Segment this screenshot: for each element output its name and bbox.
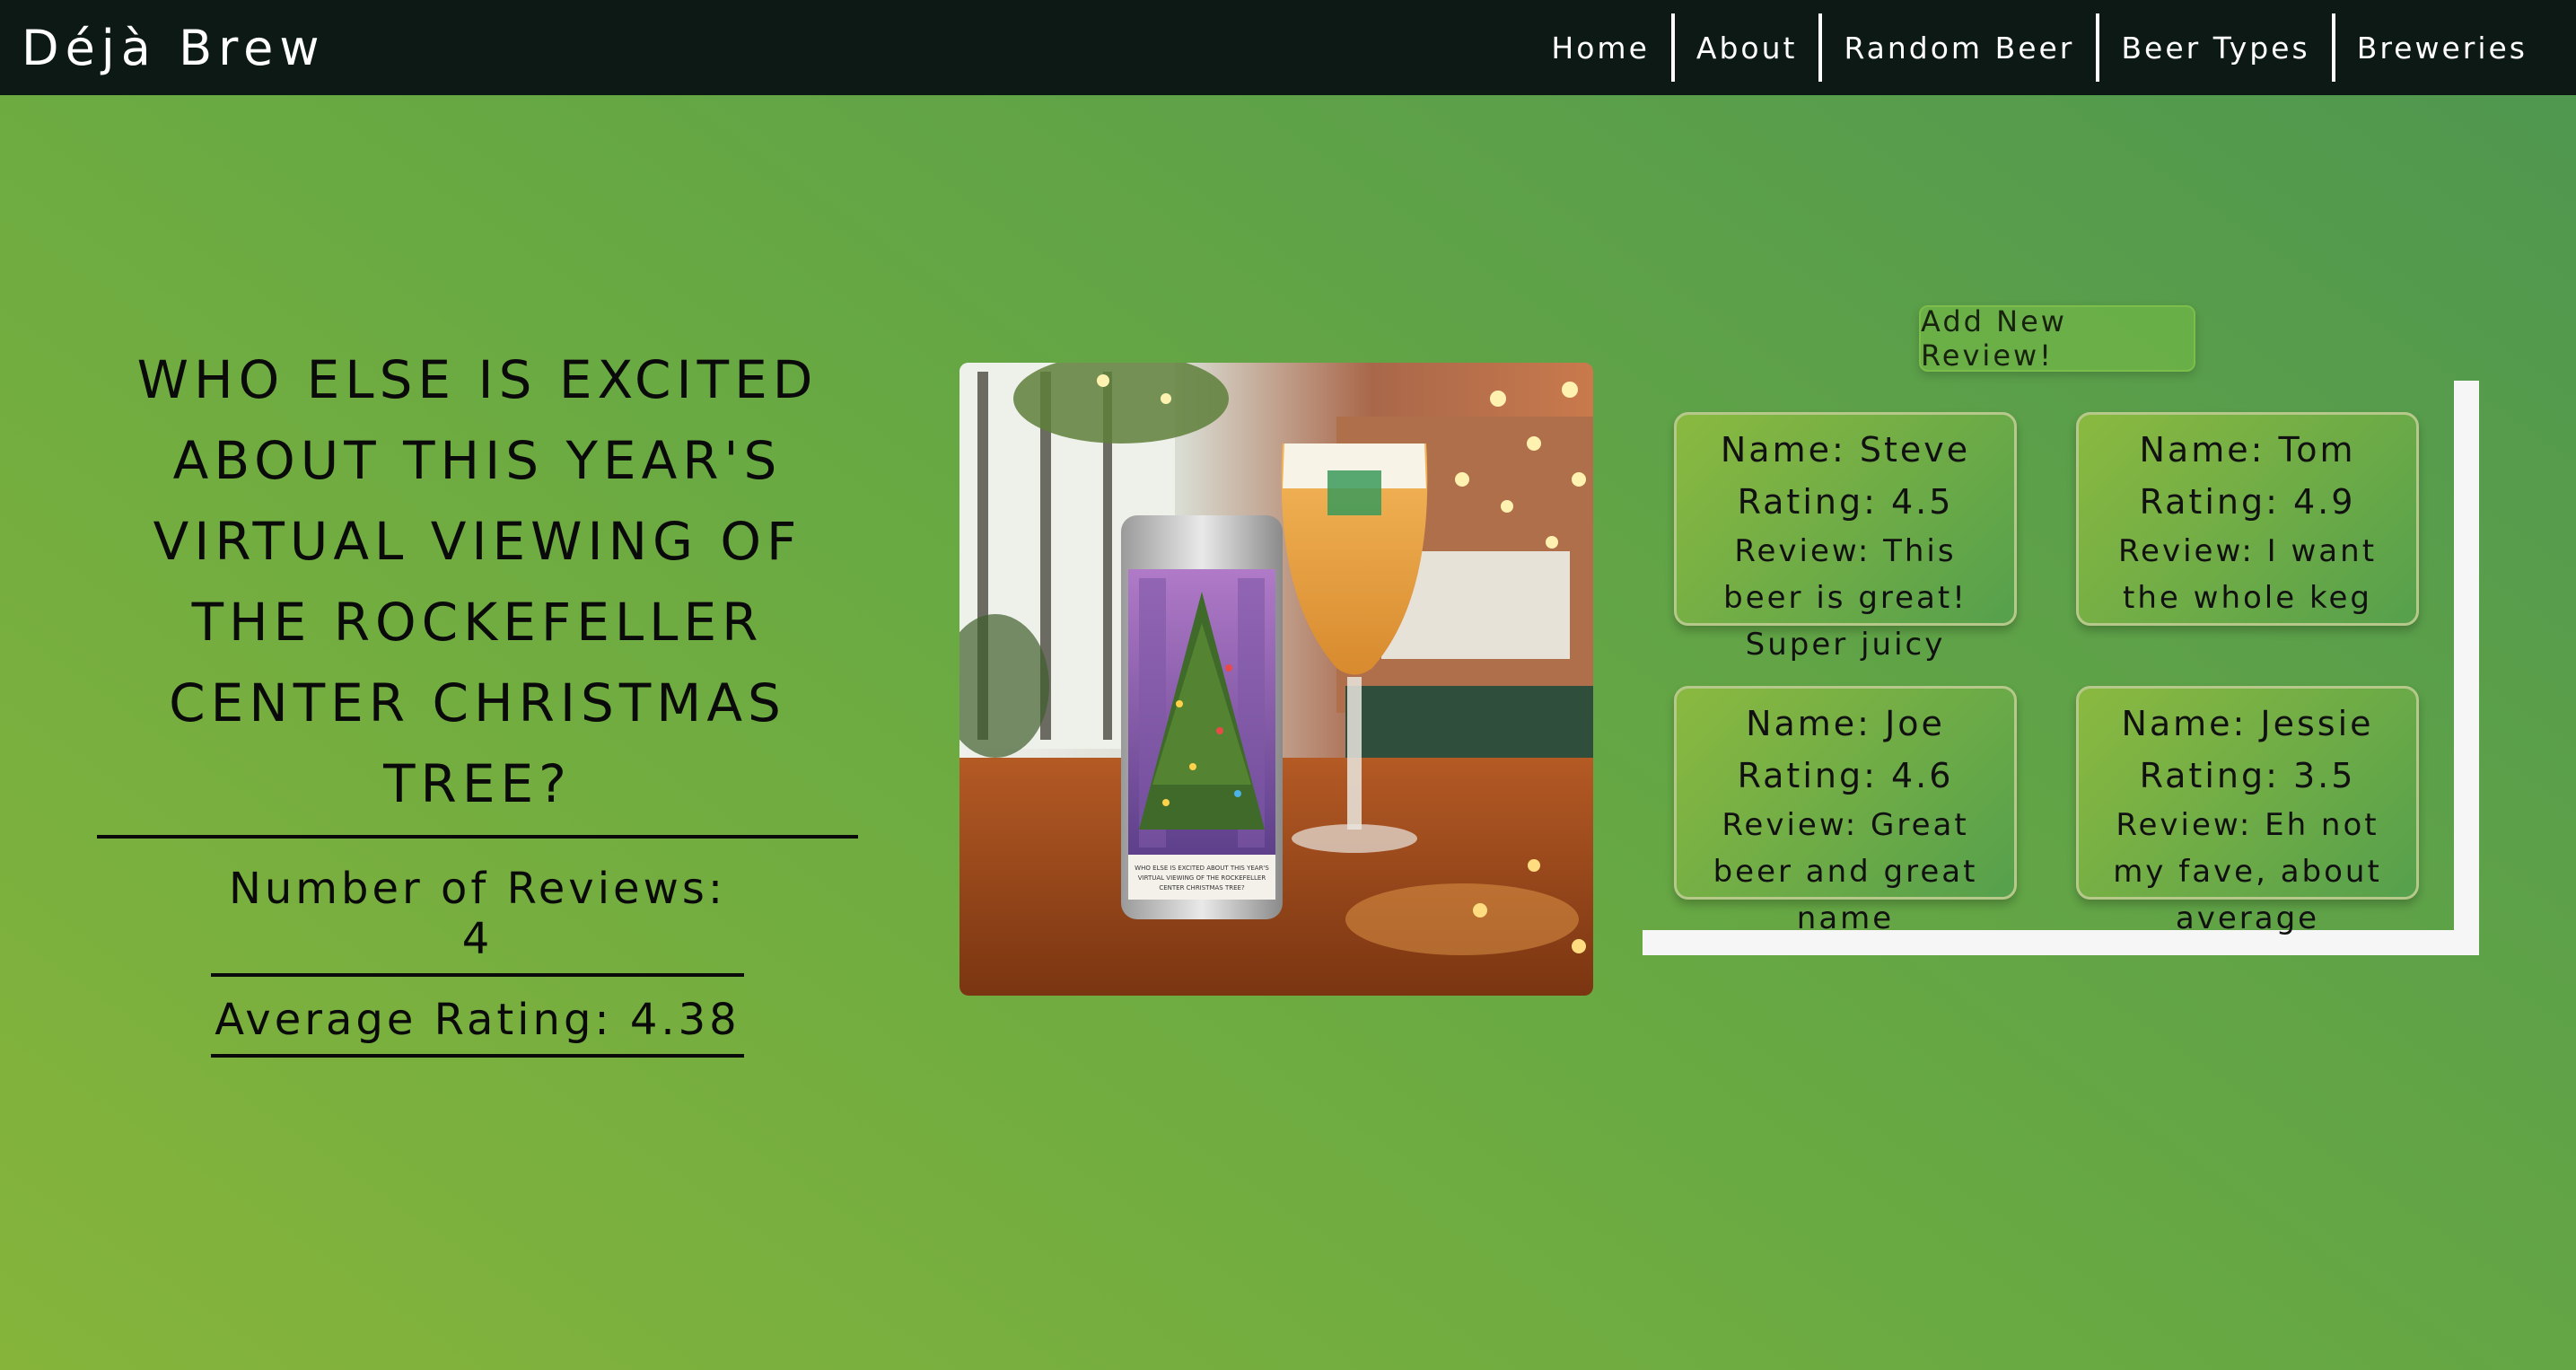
review-card: Name: Steve Rating: 4.5 Review: This bee…	[1674, 412, 2017, 663]
navbar: Déjà Brew Home About Random Beer Beer Ty…	[0, 0, 2576, 95]
nav-links: Home About Random Beer Beer Types Brewer…	[1529, 0, 2549, 95]
beer-photo: WHO ELSE IS EXCITED ABOUT THIS YEAR'S VI…	[959, 363, 1593, 996]
average-rating: Average Rating: 4.38	[211, 995, 744, 1058]
nav-link-random-beer[interactable]: Random Beer	[1818, 13, 2096, 82]
number-of-reviews: Number of Reviews: 4	[211, 864, 744, 977]
review-rating: Rating: 4.9	[2139, 482, 2356, 522]
svg-text:CENTER CHRISTMAS TREE?: CENTER CHRISTMAS TREE?	[1159, 884, 1245, 891]
review-rating: Rating: 4.5	[1737, 482, 1954, 522]
brand-logo[interactable]: Déjà Brew	[22, 20, 326, 76]
review-rating: Rating: 4.6	[1737, 756, 1954, 795]
review-card: Name: Joe Rating: 4.6 Review: Great beer…	[1674, 686, 2017, 936]
review-card: Name: Jessie Rating: 3.5 Review: Eh not …	[2076, 686, 2419, 936]
review-card: Name: Tom Rating: 4.9 Review: I want the…	[2076, 412, 2419, 626]
review-text: Review: This beer is great! Super juicy	[1723, 533, 1967, 663]
nav-link-about[interactable]: About	[1670, 13, 1819, 82]
beer-name-heading: Who else is excited about this year's vi…	[97, 339, 858, 839]
review-name: Name: Jessie	[2121, 704, 2374, 743]
svg-text:VIRTUAL VIEWING OF THE ROCKEFE: VIRTUAL VIEWING OF THE ROCKEFELLER	[1138, 874, 1266, 882]
nav-link-beer-types[interactable]: Beer Types	[2096, 13, 2331, 82]
svg-text:WHO ELSE IS EXCITED ABOUT THIS: WHO ELSE IS EXCITED ABOUT THIS YEAR'S	[1135, 865, 1269, 872]
nav-link-home[interactable]: Home	[1529, 13, 1670, 82]
review-name: Name: Joe	[1746, 704, 1945, 743]
review-name: Name: Tom	[2139, 430, 2356, 470]
review-text: Review: Great beer and great name	[1713, 807, 1978, 936]
beer-info: Who else is excited about this year's vi…	[97, 339, 858, 1058]
review-text: Review: Eh not my fave, about average	[2113, 807, 2382, 936]
review-text: Review: I want the whole keg	[2117, 533, 2378, 616]
nav-link-breweries[interactable]: Breweries	[2331, 13, 2549, 82]
add-new-review-button[interactable]: Add New Review!	[1919, 304, 2195, 373]
review-rating: Rating: 3.5	[2139, 756, 2356, 795]
review-name: Name: Steve	[1720, 430, 1971, 470]
